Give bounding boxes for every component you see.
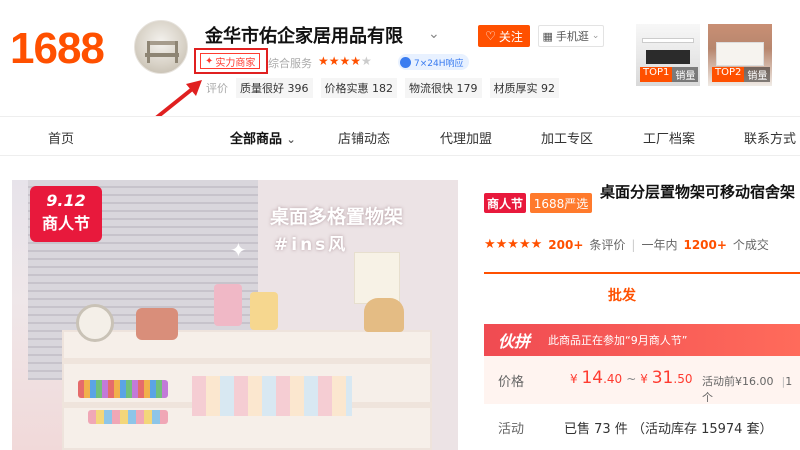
product-title: 桌面分层置物架可移动宿舍架 xyxy=(600,183,796,201)
nav-shop-news[interactable]: 店铺动态 xyxy=(338,128,390,147)
deal-count-label: 个成交 xyxy=(732,238,769,252)
product-page: 1688 金华市佑企家居用品有限 ⌄ ♡ 关注 ▦ 手机逛 ⌄ ✦ 实力商家 综… xyxy=(0,0,800,450)
deal-count: 1200+ xyxy=(683,237,727,252)
nav-home[interactable]: 首页 xyxy=(48,128,74,147)
top-rank: TOP2 xyxy=(712,67,745,82)
product-main-image[interactable]: 9.12 商人节 桌面多格置物架 #ins风 ✦ xyxy=(12,180,458,450)
activity-row: 活动 已售 73 件 （活动库存 15974 套） xyxy=(484,412,800,442)
rating-row: ★★★★★ 200+ 条评价 | 一年内 1200+ 个成交 xyxy=(484,237,769,252)
response-badge[interactable]: 7×24H响应 xyxy=(398,54,469,70)
top-label: 销量 xyxy=(672,67,699,82)
service-icon xyxy=(400,56,411,68)
sale-event-badge: 9.12 商人节 xyxy=(30,186,102,242)
top-label: 销量 xyxy=(744,67,771,82)
activity-value: 已售 73 件 （活动库存 15974 套） xyxy=(564,422,773,437)
nav-agency[interactable]: 代理加盟 xyxy=(440,128,492,147)
clock-illustration xyxy=(76,304,114,342)
review-tag[interactable]: 质量很好 396 xyxy=(236,78,313,98)
chevron-down-icon[interactable]: ⌄ xyxy=(428,26,440,42)
pre-activity-price: 活动前¥16.00 |1个 xyxy=(702,375,793,404)
sparkle-icon: ✦ xyxy=(230,238,247,262)
qr-code-icon: ▦ xyxy=(542,29,553,43)
review-count-label: 条评价 xyxy=(589,238,626,252)
sale-date: 9.12 xyxy=(46,191,86,210)
shop-name[interactable]: 金华市佑企家居用品有限 xyxy=(205,22,403,48)
tab-wholesale[interactable]: 批发 xyxy=(484,274,800,316)
shop-header: 1688 金华市佑企家居用品有限 ⌄ ♡ 关注 ▦ 手机逛 ⌄ ✦ 实力商家 综… xyxy=(0,0,800,120)
group-buy-banner[interactable]: 伙拼 此商品正在参加“9月商人节” xyxy=(484,324,800,356)
shop-avatar[interactable] xyxy=(134,20,188,74)
group-buy-logo: 伙拼 xyxy=(498,332,531,351)
review-tag[interactable]: 价格实惠 182 xyxy=(320,78,397,98)
response-badge-label: 7×24H响应 xyxy=(414,58,464,69)
strict-select-tag: 1688严选 xyxy=(530,193,592,213)
radio-illustration xyxy=(136,308,178,340)
follow-button[interactable]: ♡ 关注 xyxy=(478,25,530,47)
review-label: 评价 xyxy=(206,82,228,95)
top-product-1[interactable]: TOP1 销量 xyxy=(636,24,700,86)
activity-label: 活动 xyxy=(498,422,525,437)
stars-empty: ★ xyxy=(361,54,372,68)
mobile-browse-label: 手机逛 xyxy=(555,30,589,43)
review-tag[interactable]: 物流很快 179 xyxy=(405,78,482,98)
year-label: 一年内 xyxy=(641,238,678,252)
price-label: 价格 xyxy=(498,375,525,390)
merchant-festival-tag: 商人节 xyxy=(484,193,526,213)
nav-factory[interactable]: 工厂档案 xyxy=(643,128,695,147)
nav-processing[interactable]: 加工专区 xyxy=(541,128,593,147)
highlight-annotation-box xyxy=(194,48,268,74)
top-rank: TOP1 xyxy=(640,67,673,82)
sale-name: 商人节 xyxy=(41,214,90,233)
follow-label: 关注 xyxy=(498,29,523,44)
service-label: 综合服务 xyxy=(268,57,312,70)
mobile-browse-button[interactable]: ▦ 手机逛 ⌄ xyxy=(538,25,604,47)
review-tag[interactable]: 材质厚实 92 xyxy=(489,78,559,98)
nav-contact[interactable]: 联系方式 xyxy=(744,128,796,147)
top-product-2[interactable]: TOP2 销量 xyxy=(708,24,772,86)
rating-stars: ★★★★★ xyxy=(484,237,543,252)
price-box: 价格 ¥ 14.40 ~ ¥ 31.50 活动前¥16.00 |1个 xyxy=(484,356,800,404)
service-stars: ★★★★★ xyxy=(318,54,372,68)
chevron-down-icon: ⌄ xyxy=(591,31,600,41)
image-subtitle: #ins风 xyxy=(274,235,349,255)
shop-nav: 首页 全部商品 ⌄ 店铺动态 代理加盟 加工专区 工厂档案 联系方式 xyxy=(0,116,800,156)
heart-plus-icon: ♡ xyxy=(485,29,496,43)
nav-all-products[interactable]: 全部商品 ⌄ xyxy=(230,128,296,147)
site-logo[interactable]: 1688 xyxy=(10,24,105,74)
review-count[interactable]: 200+ xyxy=(548,238,583,252)
stars-filled: ★★★★ xyxy=(318,54,362,68)
image-title: 桌面多格置物架 xyxy=(270,206,404,228)
chevron-down-icon: ⌄ xyxy=(286,133,296,146)
group-buy-text: 此商品正在参加“9月商人节” xyxy=(548,334,688,347)
review-tags: 评价 质量很好 396 价格实惠 182 物流很快 179 材质厚实 92 xyxy=(206,78,559,98)
price-range: ¥ 14.40 ~ ¥ 31.50 xyxy=(570,368,693,388)
